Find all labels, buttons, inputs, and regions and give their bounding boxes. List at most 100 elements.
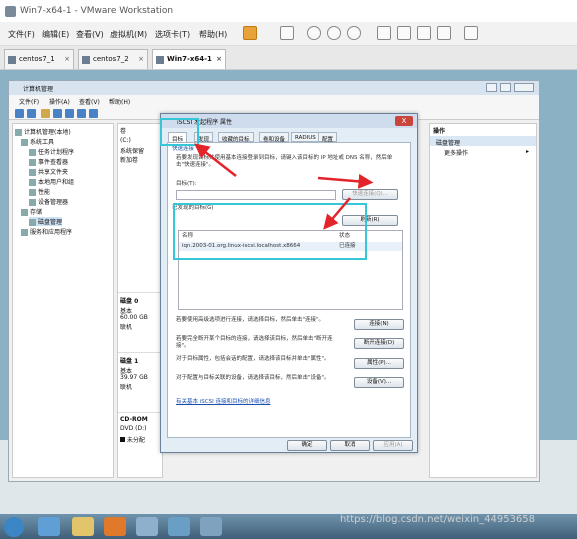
tab-radius[interactable]: RADIUS: [291, 132, 320, 142]
volume-pane: 卷 (C:) 系统保留 新加卷 磁盘 0 基本 60.00 GB 联机 磁盘 1…: [117, 123, 164, 478]
tab-label: Win7-x64-1: [167, 55, 212, 63]
vm-icon: [82, 56, 90, 64]
menu-vm[interactable]: 虚拟机(M): [110, 29, 147, 40]
close-icon[interactable]: ×: [138, 55, 144, 63]
snapshot-manager-icon[interactable]: [347, 26, 361, 40]
cm-menu-help[interactable]: 帮助(H): [109, 97, 130, 106]
disconnect-button[interactable]: 断开连接(D): [354, 338, 404, 349]
unity-icon[interactable]: [437, 26, 451, 40]
tab-favorite-targets[interactable]: 收藏的目标: [218, 132, 254, 143]
close-icon[interactable]: ×: [216, 55, 222, 63]
tab-volumes-devices[interactable]: 卷和设备: [259, 132, 290, 143]
maximize-icon[interactable]: [500, 83, 511, 92]
snapshot-icon[interactable]: [307, 26, 321, 40]
tree-item-task-scheduler[interactable]: 任务计划程序: [29, 147, 74, 156]
tree-item-storage[interactable]: 存储: [21, 207, 42, 216]
volume-row[interactable]: (C:): [120, 137, 131, 144]
tab-centos7-2[interactable]: centos7_2 ×: [78, 49, 148, 69]
watermark: https://blog.csdn.net/weixin_44953658: [340, 514, 536, 525]
iscsi-taskbar-icon[interactable]: [200, 517, 222, 536]
close-icon[interactable]: ×: [64, 55, 70, 63]
tab-win7-x64-1[interactable]: Win7-x64-1 ×: [152, 49, 226, 69]
devices-button[interactable]: 设备(V)...: [354, 377, 404, 388]
iscsi-initiator-dialog: iSCSI 发起程序 属性 X 目标 发现 收藏的目标 卷和设备 RADIUS …: [160, 113, 418, 453]
disk-name: 磁盘 0: [120, 298, 139, 305]
revert-snapshot-icon[interactable]: [327, 26, 341, 40]
properties-icon[interactable]: [65, 109, 74, 118]
volume-row[interactable]: 系统保留: [120, 146, 144, 155]
tree-item-performance[interactable]: 性能: [29, 187, 50, 196]
tree-item-disk-management[interactable]: 磁盘管理: [29, 217, 63, 226]
menu-tabs[interactable]: 选项卡(T): [155, 29, 190, 40]
vm-icon: [156, 56, 164, 64]
cm-menu-action[interactable]: 操作(A): [49, 97, 70, 106]
ok-button[interactable]: 确定: [287, 440, 327, 451]
apply-button[interactable]: 应用(A): [373, 440, 413, 451]
export-list-icon[interactable]: [89, 109, 98, 118]
show-hide-tree-icon[interactable]: [53, 109, 62, 118]
menu-help[interactable]: 帮助(H): [199, 29, 227, 40]
close-icon[interactable]: [514, 83, 534, 92]
properties-button[interactable]: 属性(P)...: [354, 358, 404, 369]
ie-icon[interactable]: [38, 517, 60, 536]
help-link[interactable]: 有关基本 iSCSI 连接和目标的详细信息: [176, 399, 270, 406]
cancel-button[interactable]: 取消: [330, 440, 370, 451]
actions-pane: 操作 磁盘管理 更多操作 ▸: [429, 123, 537, 478]
up-folder-icon[interactable]: [41, 109, 50, 118]
cm-title: 计算机管理: [23, 86, 54, 93]
devices-description: 对于配置与目标关联的设备，请选择该目标，然后单击"设备"。: [176, 375, 330, 381]
chevron-right-icon[interactable]: ▸: [526, 148, 529, 155]
preferences-icon[interactable]: [464, 26, 478, 40]
computer-management-taskbar-icon[interactable]: [168, 517, 190, 536]
action-disk-management[interactable]: 磁盘管理: [430, 136, 536, 147]
send-ctrl-alt-del-icon[interactable]: [280, 26, 294, 40]
action-more-actions[interactable]: 更多操作: [444, 148, 468, 157]
forward-icon[interactable]: [27, 109, 36, 118]
minimize-icon[interactable]: [486, 83, 497, 92]
menu-view[interactable]: 查看(V): [76, 29, 104, 40]
actions-header: 操作: [433, 128, 446, 135]
disk-icon: [29, 219, 36, 226]
cm-menu-view[interactable]: 查看(V): [79, 97, 100, 106]
tree-item-services[interactable]: 服务和应用程序: [21, 227, 72, 236]
target-input[interactable]: [176, 190, 336, 200]
tab-centos7-1[interactable]: centos7_1 ×: [4, 49, 74, 69]
tools-icon: [21, 139, 28, 146]
disk-size: 39.97 GB: [120, 374, 148, 381]
fullscreen-icon[interactable]: [417, 26, 431, 40]
cdrom-block[interactable]: CD-ROM DVD (D:) 未分配: [118, 412, 164, 452]
services-icon: [21, 229, 28, 236]
back-icon[interactable]: [15, 109, 24, 118]
tree-label: 系统工具: [30, 139, 55, 146]
tree-item-local-users[interactable]: 本地用户和组: [29, 177, 74, 186]
close-icon[interactable]: X: [395, 116, 413, 126]
users-icon: [29, 179, 36, 186]
quick-connect-heading: 快速连接: [172, 146, 195, 152]
connect-button[interactable]: 连接(N): [354, 319, 404, 330]
column-header-volume[interactable]: 卷: [120, 126, 126, 135]
tree-label: 本地用户和组: [38, 179, 75, 186]
volume-row[interactable]: 新加卷: [120, 155, 138, 164]
media-player-icon[interactable]: [104, 517, 126, 536]
menu-file[interactable]: 文件(F): [8, 29, 35, 40]
tab-configuration[interactable]: 配置: [318, 132, 338, 143]
server-manager-icon[interactable]: [136, 517, 158, 536]
tree-item-shared-folders[interactable]: 共享文件夹: [29, 167, 68, 176]
disk-1-block[interactable]: 磁盘 1 基本 39.97 GB 联机: [118, 352, 164, 412]
tree-item-system-tools[interactable]: 系统工具: [21, 137, 54, 146]
start-button-icon[interactable]: [4, 517, 24, 537]
help-icon[interactable]: [77, 109, 86, 118]
console-view-icon[interactable]: [397, 26, 411, 40]
pause-icon[interactable]: [243, 26, 257, 40]
disk-0-block[interactable]: 磁盘 0 基本 60.00 GB 联机: [118, 292, 164, 352]
quick-connect-button[interactable]: 快速连接(Q)...: [342, 189, 398, 200]
cm-menu-file[interactable]: 文件(F): [19, 97, 39, 106]
vmware-titlebar: Win7-x64-1 - VMware Workstation: [0, 0, 577, 22]
highlight-box-connected-target: [173, 203, 367, 260]
library-icon[interactable]: [377, 26, 391, 40]
explorer-icon[interactable]: [72, 517, 94, 536]
tree-item-root[interactable]: 计算机管理(本地): [15, 127, 71, 136]
tree-item-event-viewer[interactable]: 事件查看器: [29, 157, 68, 166]
tree-item-device-manager[interactable]: 设备管理器: [29, 197, 68, 206]
menu-edit[interactable]: 编辑(E): [42, 29, 69, 40]
